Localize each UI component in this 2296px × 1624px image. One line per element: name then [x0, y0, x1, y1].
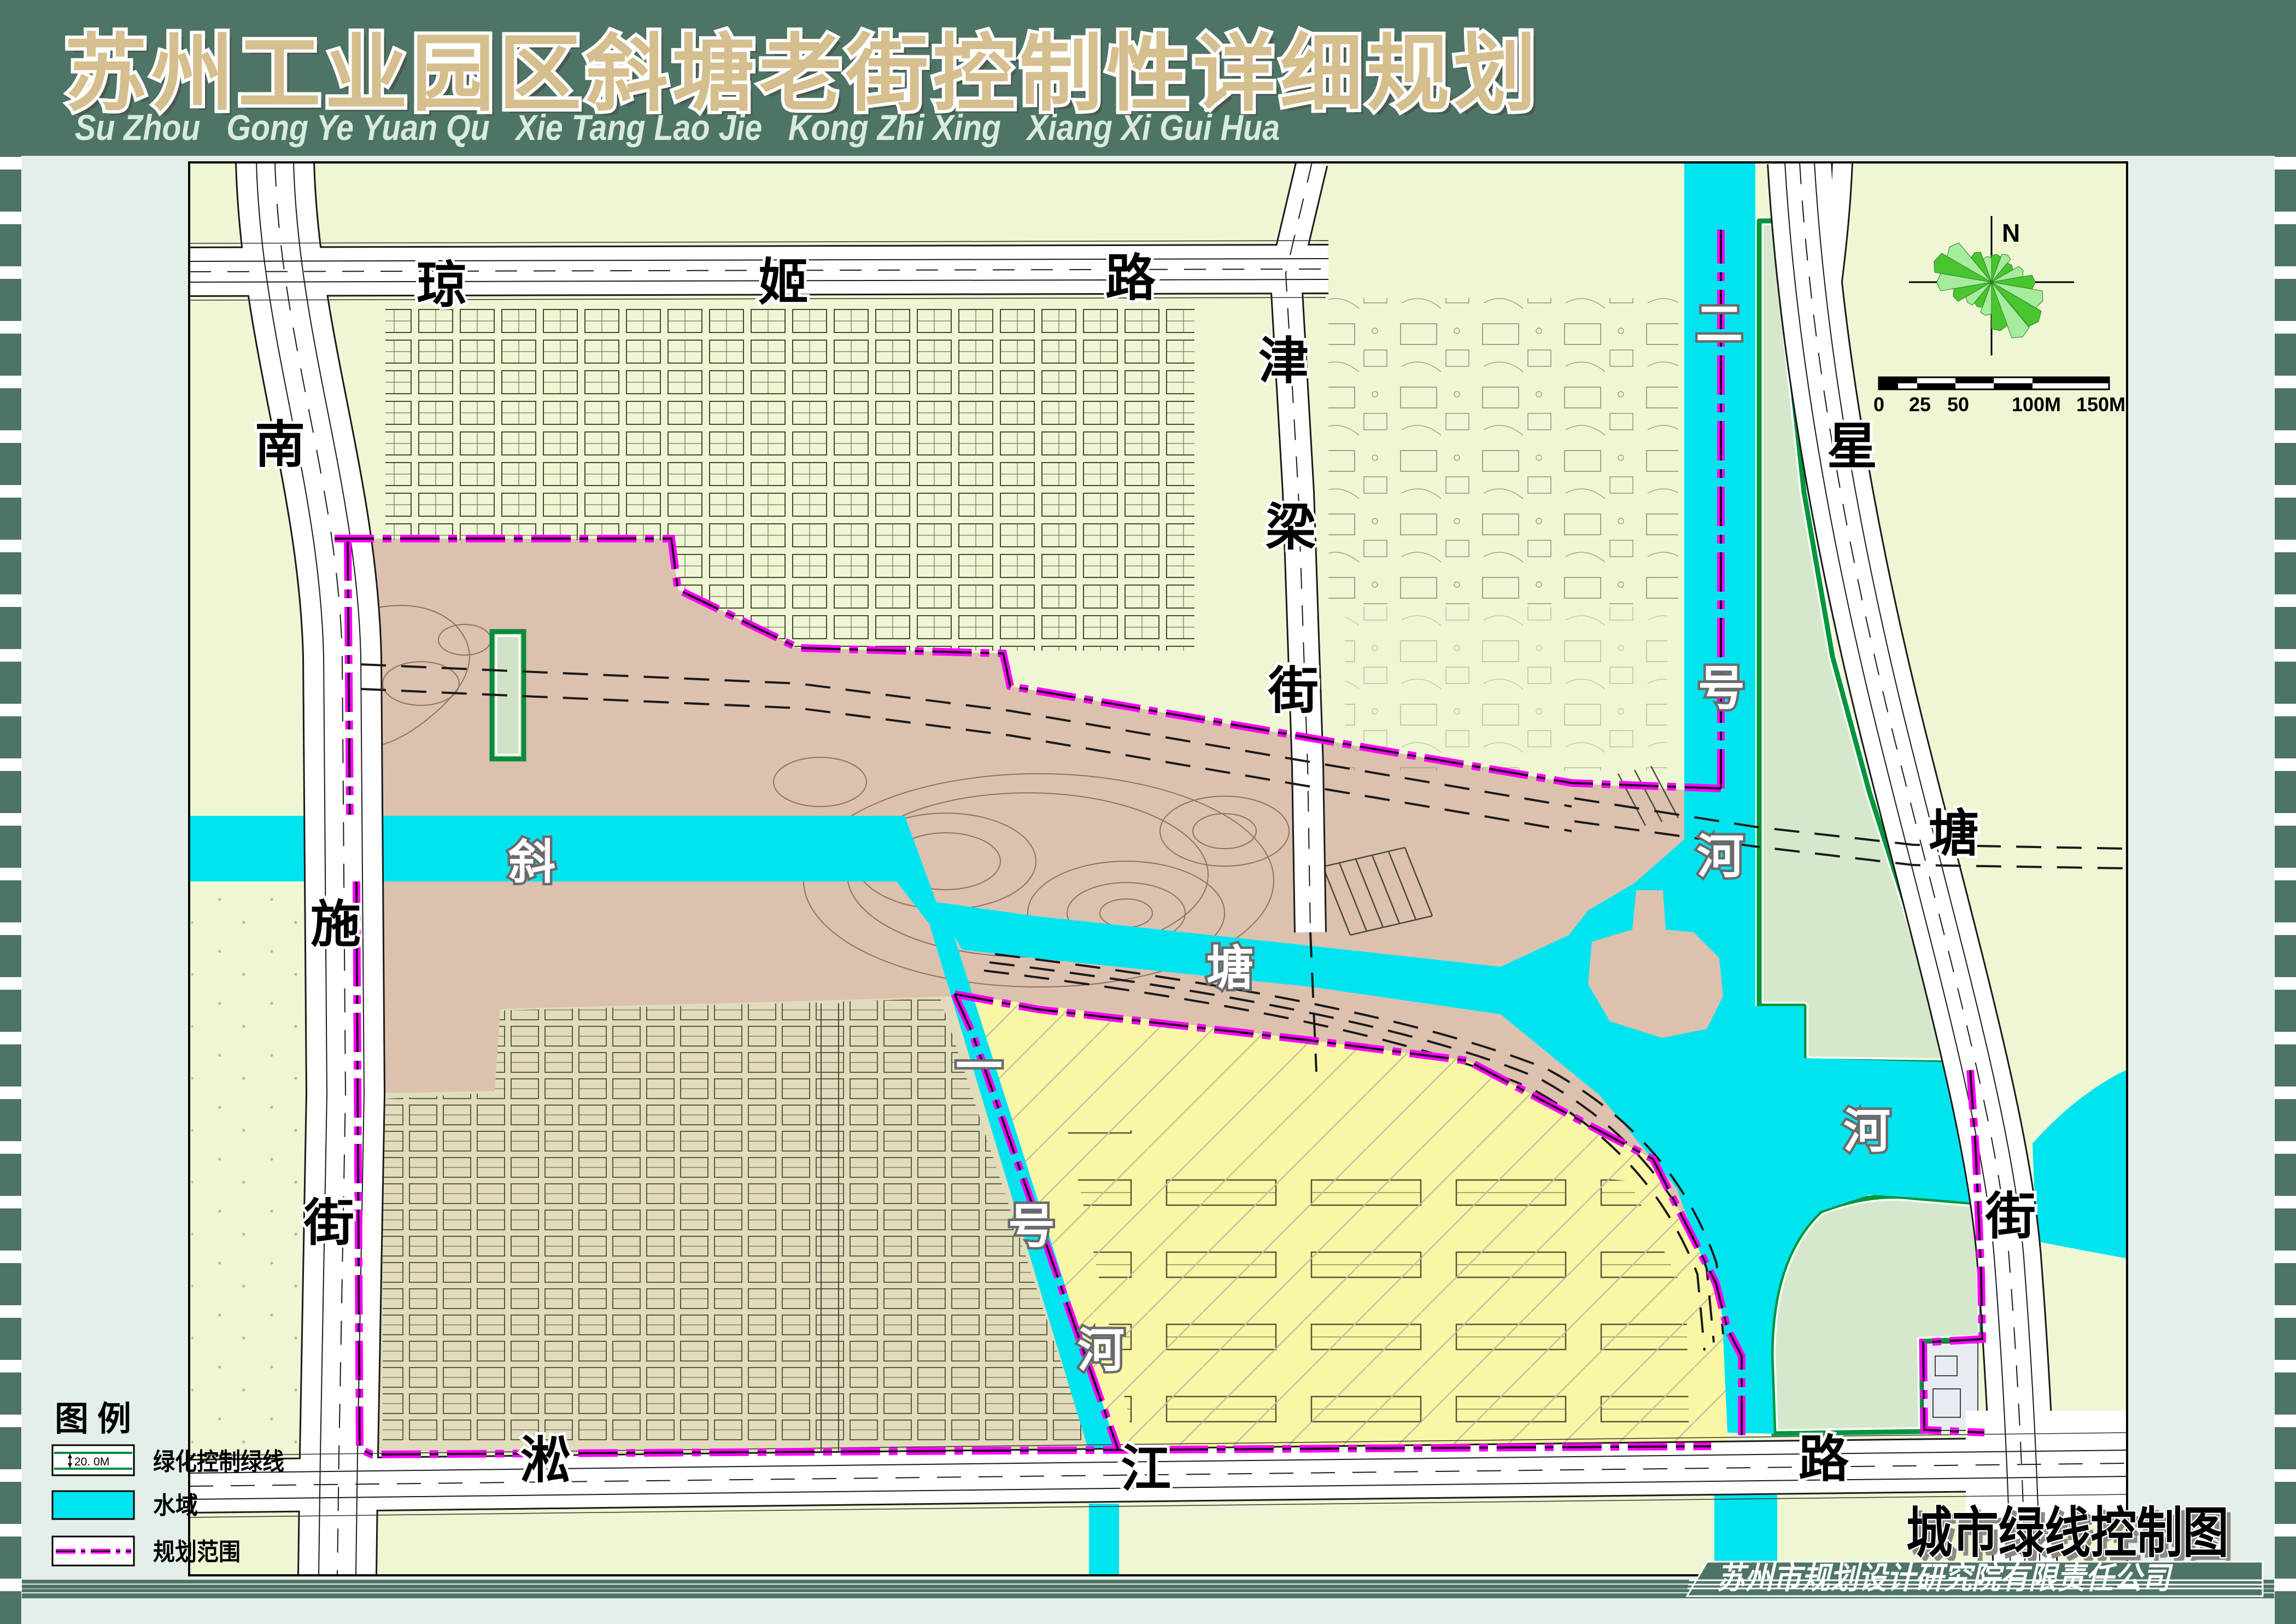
svg-text:街: 街: [303, 1195, 354, 1251]
svg-text:斜: 斜: [508, 836, 555, 889]
svg-text:城市绿线控制图: 城市绿线控制图: [1906, 1503, 2229, 1564]
svg-text:星: 星: [1827, 419, 1877, 475]
svg-text:绿化控制绿线: 绿化控制绿线: [153, 1448, 284, 1475]
svg-text:施: 施: [311, 897, 361, 953]
svg-text:号: 号: [1008, 1200, 1055, 1253]
svg-text:河: 河: [1843, 1105, 1890, 1158]
svg-text:N: N: [2002, 219, 2020, 247]
svg-text:河: 河: [1077, 1324, 1124, 1377]
svg-text:姬: 姬: [758, 255, 809, 311]
svg-text:0: 0: [1873, 393, 1884, 416]
svg-text:琼: 琼: [417, 258, 467, 313]
svg-text:水域: 水域: [153, 1492, 198, 1519]
svg-text:150M: 150M: [2076, 393, 2125, 416]
svg-text:苏州市规划设计研究院有限责任公司: 苏州市规划设计研究院有限责任公司: [1717, 1561, 2174, 1595]
svg-text:图例: 图例: [55, 1400, 140, 1438]
svg-text:淞: 淞: [520, 1433, 571, 1488]
svg-text:路: 路: [1105, 250, 1156, 306]
svg-text:号: 号: [1698, 662, 1745, 715]
svg-text:规划范围: 规划范围: [153, 1539, 241, 1565]
svg-text:Su Zhou Gong Ye Yuan Qu Xi: Su Zhou Gong Ye Yuan Qu Xie Tang Lao Jie…: [75, 107, 1280, 148]
svg-text:50: 50: [1947, 393, 1969, 416]
svg-text:南: 南: [255, 417, 305, 473]
svg-text:塘: 塘: [1929, 806, 1979, 862]
svg-text:二: 二: [1696, 298, 1743, 350]
svg-text:25: 25: [1909, 393, 1931, 416]
svg-text:20. 0M: 20. 0M: [74, 1456, 109, 1468]
svg-text:一: 一: [956, 1041, 1003, 1093]
svg-text:街: 街: [1985, 1189, 2036, 1245]
svg-text:梁: 梁: [1266, 500, 1316, 556]
svg-text:河: 河: [1697, 831, 1744, 883]
svg-text:江: 江: [1121, 1441, 1171, 1497]
svg-text:路: 路: [1799, 1432, 1849, 1487]
svg-text:津: 津: [1258, 334, 1309, 389]
svg-text:100M: 100M: [2012, 393, 2061, 416]
svg-text:塘: 塘: [1206, 942, 1254, 995]
svg-text:街: 街: [1268, 663, 1319, 719]
